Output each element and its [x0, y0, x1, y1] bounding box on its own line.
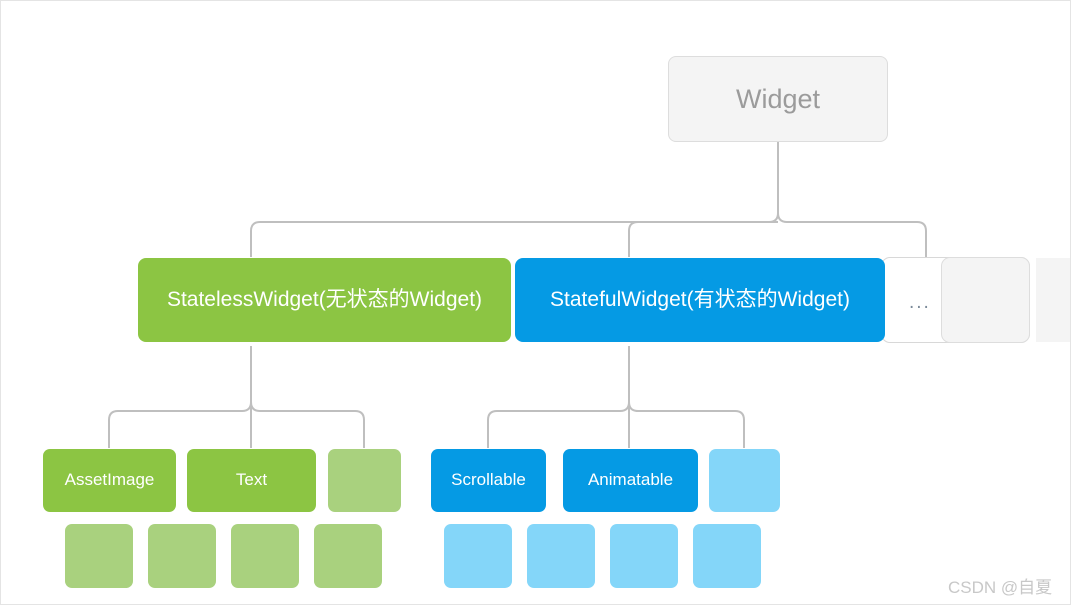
node-stateless-stub[interactable]: [328, 449, 401, 512]
diagram-canvas: Widget ... StatelessWidget(无状态的Widget) S…: [0, 0, 1071, 605]
edge-stateless-to-stub: [250, 401, 365, 448]
node-stateless-grandchild-4[interactable]: [314, 524, 382, 588]
ghost-strip-right: [1036, 258, 1070, 342]
edge-stateful-to-scrollable: [487, 401, 630, 448]
edge-root-to-ghost: [777, 212, 927, 257]
node-scrollable[interactable]: Scrollable: [431, 449, 546, 512]
node-stateful-stub[interactable]: [709, 449, 780, 512]
node-assetimage-label: AssetImage: [64, 470, 155, 490]
node-text-label: Text: [235, 470, 268, 490]
node-stateful-grandchild-3[interactable]: [610, 524, 678, 588]
node-widget-root-label: Widget: [735, 83, 821, 114]
node-stateful-widget-label: StatefulWidget(有状态的Widget): [550, 288, 850, 312]
node-stateless-widget-label: StatelessWidget(无状态的Widget): [166, 288, 483, 312]
node-stateless-grandchild-3[interactable]: [231, 524, 299, 588]
ghost-node-placeholder[interactable]: [941, 257, 1030, 343]
edge-root-to-stateless: [250, 212, 779, 257]
watermark-label: CSDN @自夏: [948, 578, 1053, 597]
node-stateful-widget[interactable]: StatefulWidget(有状态的Widget): [515, 258, 885, 342]
node-scrollable-label: Scrollable: [451, 470, 526, 490]
node-text[interactable]: Text: [187, 449, 316, 512]
node-stateless-widget[interactable]: StatelessWidget(无状态的Widget): [138, 258, 511, 342]
node-stateless-grandchild-2[interactable]: [148, 524, 216, 588]
ellipsis-label[interactable]: ...: [909, 293, 931, 312]
node-stateful-grandchild-2[interactable]: [527, 524, 595, 588]
node-animatable-label: Animatable: [587, 470, 674, 490]
node-widget-root[interactable]: Widget: [668, 56, 888, 142]
node-stateful-grandchild-4[interactable]: [693, 524, 761, 588]
edge-stateful-to-stub: [628, 401, 745, 448]
node-assetimage[interactable]: AssetImage: [43, 449, 176, 512]
edge-stateless-to-assetimage: [108, 401, 252, 448]
node-stateless-grandchild-1[interactable]: [65, 524, 133, 588]
edge-root-to-stateful-corner: [628, 221, 639, 257]
node-animatable[interactable]: Animatable: [563, 449, 698, 512]
node-stateful-grandchild-1[interactable]: [444, 524, 512, 588]
